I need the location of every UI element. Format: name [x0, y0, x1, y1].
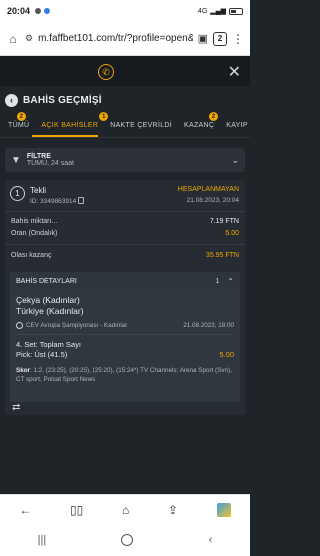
chevron-down-icon[interactable]: ⌄	[231, 155, 239, 166]
browser-url-bar: ⌂ ⚙ m.faffbet101.com/tr/?profile=open&ac…	[0, 22, 250, 56]
tab-badge: 2	[17, 112, 26, 121]
potential-win-value: 35.95 FTN	[205, 252, 239, 259]
tab-label: TÜMÜ	[8, 122, 30, 129]
pick-text: Pick: Üst (41.5)	[16, 350, 68, 359]
bet-details-header[interactable]: BAHİS DETAYLARI 1 ⌃	[10, 272, 240, 290]
active-tab-indicator	[32, 135, 98, 137]
odds-row: Oran (Ondalık) 5.00	[11, 230, 239, 237]
league-row: CEV Avrupa Şampiyonası - Kadınlar 21.08.…	[16, 322, 234, 329]
tab-label: NAKTE ÇEVRİLDİ	[110, 122, 173, 129]
tab-badge: 1	[99, 112, 109, 121]
page-title: BAHİS GEÇMİŞİ	[23, 94, 102, 106]
filter-icon: ▼	[11, 154, 21, 166]
phone-icon[interactable]: ✆	[98, 64, 114, 80]
book-icon[interactable]: ▯▯	[70, 503, 83, 517]
volleyball-icon	[16, 322, 23, 329]
share-icon[interactable]: ⇪	[168, 503, 178, 517]
league-name: CEV Avrupa Şampiyonası - Kadınlar	[26, 322, 128, 329]
battery-icon	[229, 7, 243, 15]
clock: 20:04	[7, 6, 31, 16]
pick-row: Pick: Üst (41.5) 5.00	[16, 350, 234, 359]
tab-label: KAZANÇ	[184, 122, 215, 129]
notification-icons	[35, 8, 51, 14]
tab-won[interactable]: KAZANÇ 2	[184, 112, 219, 129]
bet-details-count: 1	[215, 277, 220, 285]
tab-open-bets[interactable]: AÇIK BAHİSLER 1	[41, 112, 109, 129]
page-header: ‹ BAHİS GEÇMİŞİ	[0, 88, 250, 112]
filter-panel[interactable]: ▼ FİLTRE TÜMÜ, 24 saat ⌄	[5, 148, 245, 172]
bet-index: 1	[10, 186, 25, 201]
stake-value: 7.19 FTN	[209, 218, 239, 225]
signal-icon: ▂▄▆	[210, 8, 226, 15]
home-circle-icon[interactable]	[121, 534, 134, 546]
stake-label: Bahis miktarı...	[11, 218, 58, 225]
score-label: Skor	[16, 367, 30, 374]
notification-icon	[44, 8, 51, 14]
tab-label: KAYIP	[226, 122, 248, 129]
tab-badge: 2	[209, 112, 219, 121]
potential-win-row: Olası kazanç 35.95 FTN	[11, 252, 239, 259]
tab-switcher-button[interactable]: 2	[213, 31, 227, 46]
briefcase-icon[interactable]: ▣	[198, 32, 208, 45]
filter-text: FİLTRE TÜMÜ, 24 saat	[27, 153, 74, 167]
home-icon[interactable]: ⌂	[122, 503, 129, 517]
tab-cashed-out[interactable]: NAKTE ÇEVRİLDİ	[110, 122, 172, 129]
score-info: Skor: 1:2, (23:25), (20:25), (25:20), (1…	[16, 367, 234, 384]
system-icons: 4G ▂▄▆	[198, 7, 243, 15]
status-bar: 20:04 4G ▂▄▆	[0, 0, 250, 22]
recent-apps-icon[interactable]: |||	[38, 534, 47, 546]
close-icon[interactable]: ✕	[228, 62, 241, 82]
bet-id-text: ID: 3349863914	[30, 198, 77, 205]
bet-type: Tekli	[30, 186, 47, 195]
browser-toolbar: ← ▯▯ ⌂ ⇪	[0, 494, 250, 524]
app-thumbnail-icon[interactable]	[216, 502, 231, 517]
filter-title: FİLTRE	[26, 153, 51, 160]
tab-label: AÇIK BAHİSLER	[41, 122, 99, 129]
copy-icon[interactable]	[78, 197, 85, 204]
home-icon[interactable]: ⌂	[6, 32, 20, 46]
pick-odds: 5.00	[219, 350, 234, 359]
back-button[interactable]: ‹	[5, 93, 18, 107]
market-name: 4. Set: Toplam Sayı	[16, 340, 81, 349]
tab-lost[interactable]: KAYIP	[226, 122, 248, 129]
bet-details-title: BAHİS DETAYLARI	[16, 277, 77, 285]
repeat-icon[interactable]: ⇄	[12, 402, 20, 413]
chevron-up-icon[interactable]: ⌃	[227, 277, 234, 286]
tab-all[interactable]: TÜMÜ 2	[8, 112, 30, 129]
divider	[5, 211, 245, 212]
score-text: : 1:2, (23:25), (20:25), (25:20), (15:24…	[16, 367, 232, 383]
odds-label: Oran (Ondalık)	[11, 230, 58, 237]
divider	[16, 334, 234, 335]
team-away: Türkiye (Kadınlar)	[16, 306, 84, 316]
more-menu-icon[interactable]: ⋮	[232, 32, 244, 46]
notification-icon	[35, 8, 42, 14]
site-info-icon[interactable]: ⚙	[25, 33, 33, 44]
event-datetime: 21.08.2023, 18:00	[183, 322, 234, 329]
filter-subtitle: TÜMÜ, 24 saat	[26, 160, 74, 167]
event-details: Çekya (Kadınlar) Türkiye (Kadınlar) CEV …	[10, 290, 240, 402]
potential-win-label: Olası kazanç	[11, 252, 52, 259]
back-chevron-icon[interactable]: ‹	[209, 534, 213, 546]
odds-value: 5.00	[225, 230, 239, 237]
back-arrow-icon[interactable]: ←	[19, 503, 31, 517]
bet-card: 1 Tekli ID: 3349863914 HESAPLANMAYAN 21.…	[5, 180, 245, 415]
network-label: 4G	[197, 7, 208, 15]
app-header: ✆ ✕	[0, 56, 250, 86]
bet-status: HESAPLANMAYAN	[177, 186, 239, 193]
url-field[interactable]: m.faffbet101.com/tr/?profile=open&accour	[38, 33, 193, 44]
android-navigation-bar: ||| ‹	[0, 524, 250, 556]
bet-date: 21.08.2023, 20:04	[186, 197, 239, 204]
stake-row: Bahis miktarı... 7.19 FTN	[11, 218, 239, 225]
team-home: Çekya (Kadınlar)	[16, 295, 80, 305]
bet-id: ID: 3349863914	[30, 197, 85, 205]
divider	[5, 244, 245, 245]
